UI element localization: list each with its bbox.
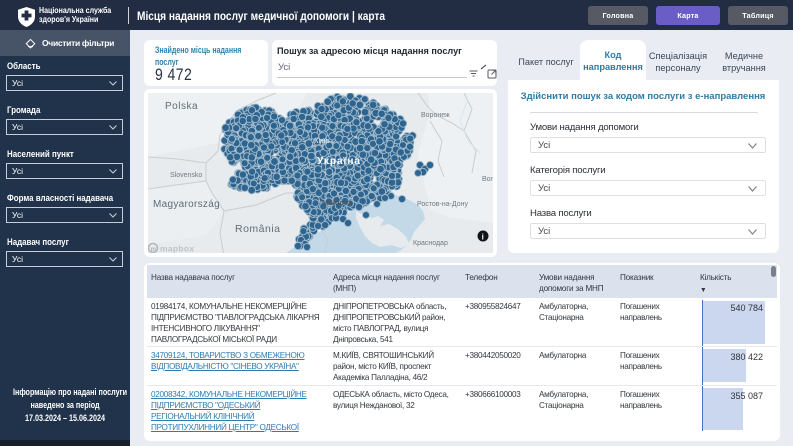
- svg-text:Moldova: Moldova: [322, 198, 353, 207]
- svg-text:Magyarország: Magyarország: [153, 199, 220, 210]
- svg-text:Україна: Україна: [317, 156, 361, 167]
- svg-text:Slovensko: Slovensko: [170, 172, 202, 179]
- svg-text:Київ: Київ: [314, 136, 330, 145]
- svg-text:Polska: Polska: [165, 101, 198, 112]
- svg-text:Вол: Вол: [482, 176, 493, 183]
- svg-text:Ростов-на-Дону: Ростов-на-Дону: [417, 201, 468, 208]
- svg-text:i: i: [482, 232, 484, 241]
- svg-text:România: România: [235, 223, 281, 235]
- svg-text:Краснодар: Краснодар: [413, 240, 448, 247]
- svg-text:Воронеж: Воронеж: [421, 112, 450, 119]
- svg-text:m: m: [151, 247, 156, 253]
- svg-text:mapbox: mapbox: [160, 244, 194, 254]
